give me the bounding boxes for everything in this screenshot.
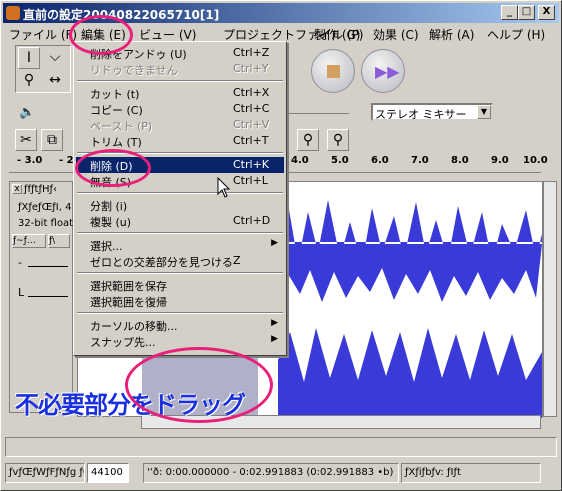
input-slider[interactable] <box>289 113 349 114</box>
menu-item-find-zero[interactable]: ゼロとの交差部分を見つける Z <box>76 253 284 269</box>
status-message-bar <box>5 437 557 457</box>
menu-item-restore-selection[interactable]: 選択範囲を復帰 <box>76 293 284 309</box>
menu-file[interactable]: ファイル (F) <box>9 26 77 43</box>
tool-palette: I ⌵ ⚲ ↔ <box>15 45 71 93</box>
project-rate-label: ƒvƒŒƒWƒFƒNƒg ƒŒ <box>5 463 85 483</box>
app-icon <box>6 6 20 20</box>
mixer-select-value: ステレオ ミキサー <box>375 108 467 121</box>
minimize-button[interactable]: _ <box>501 5 518 20</box>
vertical-scrollbar[interactable] <box>543 181 557 417</box>
track-control-panel: x ƒfƒtƒHƒ‹ ƒXƒeƒŒƒI, 4 32-bit float ƒ~ƒ…… <box>9 181 73 413</box>
tick: 5.0 <box>331 155 349 166</box>
mouse-cursor-icon <box>217 177 231 198</box>
track-name[interactable]: ƒfƒtƒHƒ‹ <box>24 184 57 195</box>
copy-icon[interactable]: ⧉ <box>41 129 63 151</box>
envelope-tool-icon[interactable]: ⌵ <box>44 47 66 69</box>
tick: - 3.0 <box>17 155 43 166</box>
pan-slider[interactable] <box>28 296 68 297</box>
menu-item-select[interactable]: 選択... ▶ <box>76 237 284 253</box>
selection-readout: '‘ð: 0:00.000000 - 0:02.991883 (0:02.991… <box>143 463 399 483</box>
submenu-arrow-icon: ▶ <box>271 318 278 328</box>
menu-separator <box>77 312 283 314</box>
close-track-icon[interactable]: x <box>12 184 22 194</box>
status-bar: ƒvƒŒƒWƒFƒNƒg ƒŒ 44100 '‘ð: 0:00.000000 -… <box>3 460 559 488</box>
app-window: 直前の設定20040822065710[1] _ □ X ファイル (F) 編集… <box>0 0 562 491</box>
menu-analyze[interactable]: 解析 (A) <box>429 26 474 43</box>
menu-item-cut[interactable]: カット (t) Ctrl+X <box>76 85 284 101</box>
tick: 6.0 <box>371 155 389 166</box>
menu-item-paste[interactable]: ペースト (P) Ctrl+V <box>76 117 284 133</box>
selection-tool-icon[interactable]: I <box>18 47 40 69</box>
menu-separator <box>77 192 283 194</box>
project-rate-value[interactable]: 44100 <box>87 463 129 483</box>
highlight-ring-edit-menu <box>69 15 133 55</box>
menu-separator <box>77 232 283 234</box>
track-format: ƒXƒeƒŒƒI, 4 <box>18 202 72 213</box>
tick: 10.0 <box>523 155 548 166</box>
menu-item-snap[interactable]: スナップ先... ▶ <box>76 333 284 349</box>
close-button[interactable]: X <box>538 5 555 20</box>
menu-item-save-selection[interactable]: 選択範囲を保存 <box>76 277 284 293</box>
zoom-fit-icon[interactable]: ⚲ <box>297 129 319 151</box>
menu-generate[interactable]: 製作 (G) <box>314 26 360 43</box>
zoom-sel-icon[interactable]: ⚲ <box>327 129 349 151</box>
submenu-arrow-icon: ▶ <box>271 238 278 248</box>
gain-label: - <box>18 256 22 269</box>
volume-icon: 🔈 <box>19 105 36 120</box>
solo-button[interactable]: ƒ\ <box>48 234 70 248</box>
tick: 8.0 <box>451 155 469 166</box>
stop-button[interactable] <box>311 49 355 93</box>
menu-separator <box>77 272 283 274</box>
chevron-down-icon[interactable]: ▼ <box>477 105 491 119</box>
tick: 7.0 <box>411 155 429 166</box>
tick: 4.0 <box>291 155 309 166</box>
timeshift-tool-icon[interactable]: ↔ <box>44 70 66 92</box>
menu-effect[interactable]: 効果 (C) <box>373 26 419 43</box>
skip-end-button[interactable]: ▶▶ <box>361 49 405 93</box>
highlight-ring-delete <box>75 149 151 187</box>
mixer-select[interactable]: ステレオ ミキサー ▼ <box>371 103 493 121</box>
menu-item-redo[interactable]: リドゥできません Ctrl+Y <box>76 61 284 77</box>
gain-slider[interactable] <box>28 266 68 267</box>
track-bitdepth: 32-bit float <box>18 218 74 229</box>
menu-item-trim[interactable]: トリム (T) Ctrl+T <box>76 133 284 149</box>
cut-icon[interactable]: ✂ <box>15 129 37 151</box>
highlight-ring-drag-area <box>125 347 273 423</box>
maximize-button[interactable]: □ <box>518 5 535 20</box>
menu-item-copy[interactable]: コピー (C) Ctrl+C <box>76 101 284 117</box>
pan-label: L <box>18 286 25 299</box>
menu-separator <box>77 80 283 82</box>
edit-menu: 削除をアンドゥ (U) Ctrl+Z リドゥできません Ctrl+Y カット (t)… <box>73 41 287 356</box>
snap-status: ƒXƒiƒbƒv: ƒIƒt <box>401 463 541 483</box>
zoom-tool-icon[interactable]: ⚲ <box>18 70 40 92</box>
menu-help[interactable]: ヘルプ (H) <box>487 26 545 43</box>
mute-button[interactable]: ƒ~ƒ… <box>12 234 46 248</box>
submenu-arrow-icon: ▶ <box>271 334 278 344</box>
menu-item-duplicate[interactable]: 複製 (u) Ctrl+D <box>76 213 284 229</box>
tick: 9.0 <box>491 155 509 166</box>
menu-item-split[interactable]: 分割 (i) <box>76 197 284 213</box>
menu-item-move-cursor[interactable]: カーソルの移動... ▶ <box>76 317 284 333</box>
